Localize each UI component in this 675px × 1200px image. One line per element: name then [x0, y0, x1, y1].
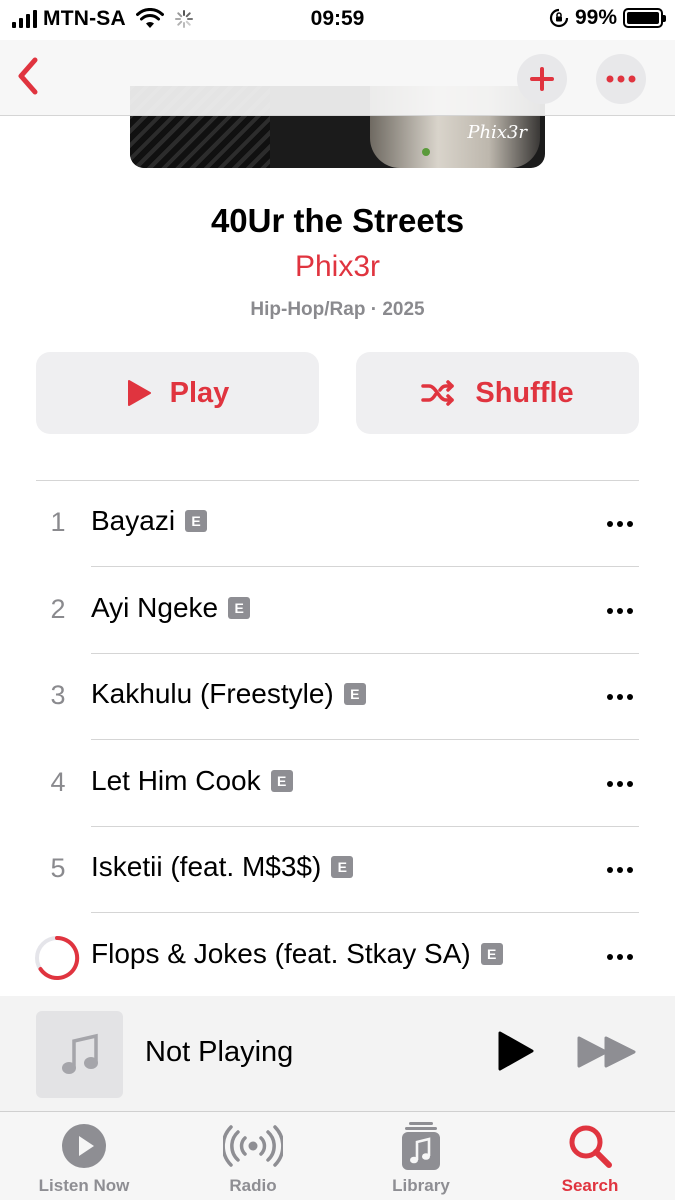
search-icon: [569, 1125, 612, 1168]
music-note-icon: [61, 1033, 98, 1074]
track-number: 4: [50, 766, 66, 797]
chevron-left-icon: [18, 57, 38, 95]
track-row[interactable]: 5 Isketii (feat. M$3$) E: [0, 827, 675, 913]
tab-bar: Listen Now Radio Library Search: [0, 1112, 675, 1200]
download-progress-icon: [35, 935, 80, 980]
track-number: 1: [50, 507, 66, 537]
track-row[interactable]: 2 Ayi Ngeke E: [0, 568, 675, 654]
tab-listen-now[interactable]: Listen Now: [0, 1122, 168, 1200]
track-title: Kakhulu (Freestyle): [91, 678, 334, 709]
album-title: 40Ur the Streets: [210, 202, 465, 239]
mini-play-button[interactable]: [494, 1030, 536, 1072]
track-title: Isketii (feat. M$3$): [91, 851, 322, 882]
track-title-wrap: Ayi Ngeke E: [91, 591, 251, 624]
status-right: 99%: [549, 6, 666, 30]
track-number: 2: [50, 593, 66, 624]
status-bar: MTN-SA 09:59 99%: [0, 0, 675, 40]
track-row[interactable]: 4 Let Him Cook E: [0, 741, 675, 827]
shuffle-button[interactable]: Shuffle: [356, 352, 639, 434]
track-more-button[interactable]: [598, 596, 642, 626]
tab-label: Search: [561, 1176, 619, 1195]
explicit-badge: E: [343, 683, 366, 705]
battery-icon: [623, 8, 666, 28]
track-title: Let Him Cook: [91, 764, 261, 796]
track-row[interactable]: 1 Bayazi E: [0, 481, 675, 567]
navigation-bar: [0, 40, 675, 116]
track-more-button[interactable]: [598, 682, 642, 712]
track-title-wrap: Flops & Jokes (feat. Stkay SA) E: [91, 938, 503, 970]
back-button[interactable]: [10, 54, 46, 98]
play-circle-icon: [62, 1124, 106, 1168]
track-title-wrap: Bayazi E: [91, 505, 208, 537]
track-row[interactable]: 3 Kakhulu (Freestyle) E: [0, 654, 675, 740]
track-more-button[interactable]: [598, 855, 642, 885]
mini-player-artwork: [36, 1011, 123, 1098]
shuffle-label: Shuffle: [475, 376, 574, 409]
track-title-wrap: Kakhulu (Freestyle) E: [91, 678, 366, 710]
play-button[interactable]: Play: [36, 352, 319, 434]
track-title-wrap: Isketii (feat. M$3$) E: [91, 851, 354, 883]
ellipsis-icon: [606, 75, 636, 83]
explicit-badge: E: [480, 942, 503, 965]
play-label: Play: [169, 376, 230, 409]
track-number: 3: [50, 680, 66, 710]
radio-waves-icon: [223, 1125, 283, 1167]
skip-forward-button[interactable]: [576, 1034, 638, 1070]
now-playing-label: Not Playing: [145, 1036, 294, 1068]
play-icon: [127, 380, 151, 406]
track-title-wrap: Let Him Cook E: [91, 765, 293, 797]
plus-icon: [530, 67, 554, 91]
track-row[interactable]: Flops & Jokes (feat. Stkay SA) E: [0, 914, 675, 1000]
artist-link[interactable]: Phix3r: [0, 250, 675, 284]
tab-label: Radio: [229, 1176, 277, 1195]
track-number: 5: [50, 853, 66, 883]
more-options-button[interactable]: [596, 54, 646, 104]
tab-label: Library: [392, 1176, 450, 1195]
tab-library[interactable]: Library: [337, 1122, 505, 1200]
track-more-button[interactable]: [598, 942, 642, 972]
explicit-badge: E: [185, 510, 208, 532]
orientation-lock-icon: [549, 8, 569, 28]
tab-search[interactable]: Search: [506, 1122, 674, 1200]
explicit-badge: E: [331, 856, 354, 878]
album-meta: Hip-Hop/Rap · 2025: [250, 299, 425, 320]
battery-percent: 99%: [574, 6, 617, 29]
track-more-button[interactable]: [598, 769, 642, 799]
mini-player[interactable]: Not Playing: [0, 996, 675, 1112]
track-title: Flops & Jokes (feat. Stkay SA): [91, 937, 471, 969]
artwork-signature: Phix3r: [467, 122, 527, 143]
explicit-badge: E: [270, 769, 293, 792]
add-button[interactable]: [517, 54, 567, 104]
track-more-button[interactable]: [598, 509, 642, 539]
tab-label: Listen Now: [38, 1176, 130, 1195]
library-icon: [402, 1122, 440, 1170]
track-title: Ayi Ngeke: [91, 591, 219, 623]
track-title: Bayazi: [91, 505, 176, 536]
shuffle-icon: [421, 380, 455, 406]
tab-radio[interactable]: Radio: [169, 1122, 337, 1200]
explicit-badge: E: [228, 596, 251, 619]
